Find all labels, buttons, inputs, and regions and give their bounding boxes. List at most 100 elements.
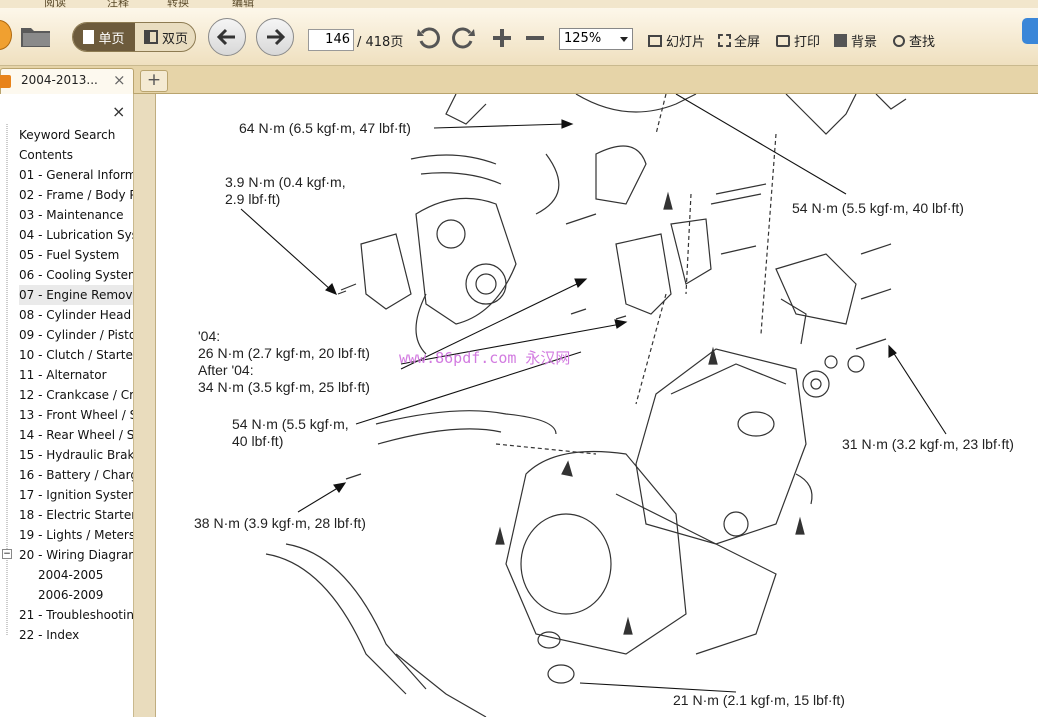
document-tab[interactable]: 2004-2013... × bbox=[0, 68, 134, 94]
fullscreen-label: 全屏 bbox=[734, 35, 761, 50]
search-icon bbox=[893, 34, 905, 47]
bookmark-item[interactable]: 14 - Rear Wheel / Suspension bbox=[19, 425, 133, 445]
toolbar: 单页 双页 146 / 418页 125% 幻灯片 全屏 打印 背景 查找 bbox=[0, 8, 1038, 66]
expander-icon[interactable]: − bbox=[2, 549, 12, 559]
zoom-in-button[interactable] bbox=[490, 26, 514, 50]
zoom-select[interactable]: 125% bbox=[559, 28, 633, 50]
zoom-value: 125% bbox=[564, 31, 602, 46]
menu-tabs: 阅读 注释 转换 编辑 bbox=[0, 0, 1038, 8]
page-icon bbox=[83, 30, 95, 44]
close-panel-icon[interactable]: × bbox=[112, 102, 125, 121]
background-label: 背景 bbox=[851, 35, 878, 50]
bookmark-item[interactable]: 16 - Battery / Charging bbox=[19, 465, 133, 485]
bookmark-item[interactable]: 2006-2009 bbox=[38, 585, 103, 605]
document-page: 64 N·m (6.5 kgf·m, 47 lbf·ft) 3.9 N·m (0… bbox=[156, 94, 1038, 717]
find-button[interactable]: 查找 bbox=[893, 31, 935, 50]
torque-label-54-top: 54 N·m (5.5 kgf·m, 40 lbf·ft) bbox=[792, 200, 964, 216]
torque-label-39-line1: 3.9 N·m (0.4 kgf·m, bbox=[225, 174, 346, 190]
bookmark-item[interactable]: 15 - Hydraulic Brakes bbox=[19, 445, 133, 465]
single-page-label: 单页 bbox=[98, 31, 125, 47]
torque-label-38: 38 N·m (3.9 kgf·m, 28 lbf·ft) bbox=[194, 515, 366, 531]
plus-icon bbox=[493, 29, 511, 47]
rotate-left-button[interactable] bbox=[416, 25, 442, 51]
bookmark-item[interactable]: 02 - Frame / Body Panels bbox=[19, 185, 133, 205]
single-page-button[interactable]: 单页 bbox=[73, 23, 135, 51]
torque-label-26: 26 N·m (2.7 kgf·m, 20 lbf·ft) bbox=[198, 345, 370, 361]
bookmark-item[interactable]: 2004-2005 bbox=[38, 565, 103, 585]
double-page-icon bbox=[143, 30, 158, 44]
printer-icon bbox=[776, 34, 790, 47]
previous-page-button[interactable] bbox=[208, 18, 246, 56]
bookmark-item[interactable]: 11 - Alternator bbox=[19, 365, 107, 385]
next-page-button[interactable] bbox=[256, 18, 294, 56]
bookmark-item[interactable]: 21 - Troubleshooting bbox=[19, 605, 133, 625]
torque-label-34: 34 N·m (3.5 kgf·m, 25 lbf·ft) bbox=[198, 379, 370, 395]
tab-bar: 2004-2013... × + bbox=[0, 66, 1038, 94]
rotate-left-icon bbox=[417, 27, 440, 49]
menu-tab-convert[interactable]: 转换 bbox=[163, 0, 193, 8]
zoom-out-button[interactable] bbox=[523, 26, 547, 50]
torque-label-31: 31 N·m (3.2 kgf·m, 23 lbf·ft) bbox=[842, 436, 1014, 452]
page-mode-group: 单页 双页 bbox=[72, 22, 196, 52]
document-tab-title: 2004-2013... bbox=[21, 73, 98, 87]
torque-label-after04: After '04: bbox=[198, 362, 254, 378]
app-logo-icon bbox=[0, 20, 12, 50]
arrow-left-icon bbox=[216, 28, 235, 46]
page-number-input[interactable]: 146 bbox=[308, 29, 354, 51]
torque-label-64: 64 N·m (6.5 kgf·m, 47 lbf·ft) bbox=[239, 120, 411, 136]
bookmark-item[interactable]: Keyword Search bbox=[19, 125, 115, 145]
menu-tab-read[interactable]: 阅读 bbox=[40, 0, 70, 8]
projector-icon bbox=[648, 34, 662, 47]
open-folder-icon[interactable] bbox=[20, 24, 52, 48]
bookmark-item[interactable]: 03 - Maintenance bbox=[19, 205, 124, 225]
bookmark-item[interactable]: 07 - Engine Removal bbox=[19, 285, 133, 305]
bookmark-item[interactable]: 05 - Fuel System bbox=[19, 245, 119, 265]
total-pages-label: / 418页 bbox=[357, 35, 404, 50]
new-tab-button[interactable]: + bbox=[140, 70, 168, 92]
bookmark-item[interactable]: 12 - Crankcase / Crankshaft bbox=[19, 385, 133, 405]
tree-lines bbox=[6, 124, 8, 636]
torque-label-54-left-line2: 40 lbf·ft) bbox=[232, 433, 284, 449]
bookmark-item[interactable]: 04 - Lubrication System bbox=[19, 225, 133, 245]
double-page-button[interactable]: 双页 bbox=[135, 23, 195, 51]
menu-tab-annotate[interactable]: 注释 bbox=[103, 0, 133, 8]
double-page-label: 双页 bbox=[161, 31, 188, 47]
bookmark-item[interactable]: 06 - Cooling System bbox=[19, 265, 133, 285]
fullscreen-button[interactable]: 全屏 bbox=[718, 31, 760, 50]
rotate-right-button[interactable] bbox=[450, 25, 476, 51]
bookmark-item[interactable]: Contents bbox=[19, 145, 73, 165]
torque-label-39-line2: 2.9 lbf·ft) bbox=[225, 191, 281, 207]
bookmark-item[interactable]: 19 - Lights / Meters bbox=[19, 525, 133, 545]
slideshow-label: 幻灯片 bbox=[666, 35, 706, 50]
share-icon[interactable] bbox=[1022, 18, 1038, 44]
print-button[interactable]: 打印 bbox=[776, 31, 820, 50]
bookmark-item[interactable]: 20 - Wiring Diagrams bbox=[19, 545, 133, 565]
find-label: 查找 bbox=[909, 35, 936, 50]
torque-label-54-left-line1: 54 N·m (5.5 kgf·m, bbox=[232, 416, 349, 432]
bookmark-item[interactable]: 22 - Index bbox=[19, 625, 79, 645]
rotate-right-icon bbox=[452, 27, 475, 49]
minus-icon bbox=[526, 36, 544, 40]
arrow-right-icon bbox=[267, 28, 286, 46]
fullscreen-icon bbox=[718, 34, 731, 47]
background-icon bbox=[834, 34, 847, 47]
bookmark-item[interactable]: 13 - Front Wheel / Suspension bbox=[19, 405, 133, 425]
torque-label-04: '04: bbox=[198, 328, 221, 344]
pdf-doc-icon bbox=[0, 75, 11, 88]
bookmark-item[interactable]: 09 - Cylinder / Piston bbox=[19, 325, 133, 345]
print-label: 打印 bbox=[794, 35, 821, 50]
menu-tab-edit[interactable]: 编辑 bbox=[228, 0, 258, 8]
bookmark-item[interactable]: 10 - Clutch / Starter bbox=[19, 345, 133, 365]
panel-splitter[interactable] bbox=[134, 94, 156, 717]
bookmark-item[interactable]: 01 - General Information bbox=[19, 165, 133, 185]
bookmark-item[interactable]: 17 - Ignition System bbox=[19, 485, 133, 505]
chevron-down-icon bbox=[620, 37, 628, 42]
bookmark-panel: × Keyword Search Contents 01 - General Inf… bbox=[0, 94, 134, 717]
background-button[interactable]: 背景 bbox=[834, 31, 877, 50]
torque-label-21: 21 N·m (2.1 kgf·m, 15 lbf·ft) bbox=[673, 692, 845, 708]
slideshow-button[interactable]: 幻灯片 bbox=[648, 31, 705, 50]
bookmark-item[interactable]: 18 - Electric Starter bbox=[19, 505, 133, 525]
bookmark-item[interactable]: 08 - Cylinder Head bbox=[19, 305, 131, 325]
watermark-text: www.86pdf.com 永汉网 bbox=[399, 349, 571, 367]
close-tab-icon[interactable]: × bbox=[113, 71, 126, 89]
